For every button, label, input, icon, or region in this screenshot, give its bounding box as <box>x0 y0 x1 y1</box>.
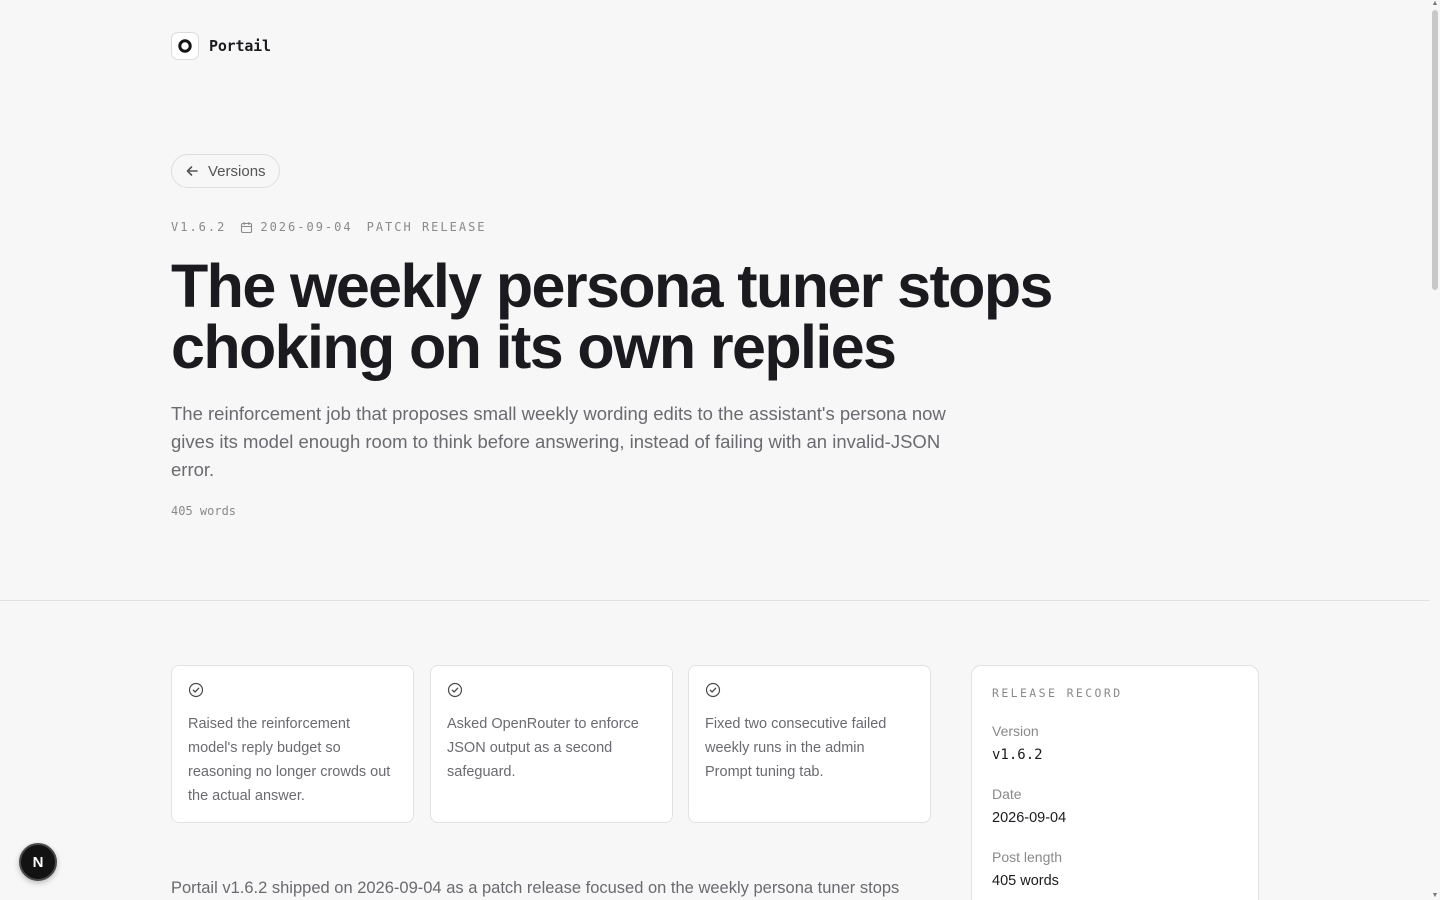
page-scrollbar[interactable]: ▲ ▼ <box>1430 0 1440 900</box>
highlight-text: Raised the reinforcement model's reply b… <box>188 716 391 804</box>
floating-n-badge-button[interactable]: N <box>19 843 57 881</box>
page-title: The weekly persona tuner stops choking o… <box>171 252 1053 381</box>
release-record-panel: RELEASE RECORD Version v1.6.2 Date 2026-… <box>971 665 1259 900</box>
meta-release-type: PATCH RELEASE <box>366 220 487 234</box>
word-count: 405 words <box>171 504 237 518</box>
record-date-value: 2026-09-04 <box>992 810 1067 826</box>
back-label: Versions <box>208 162 266 180</box>
meta-date: 2026-09-04 <box>260 220 353 234</box>
page: Portail Versions V1.6.2 2026-09-04 PATCH… <box>0 0 1440 900</box>
record-date-label: Date <box>992 786 1022 802</box>
scrollbar-thumb[interactable] <box>1432 10 1438 290</box>
calendar-icon <box>240 221 253 234</box>
highlight-text: Fixed two consecutive failed weekly runs… <box>705 716 887 780</box>
record-version-value: v1.6.2 <box>992 747 1043 763</box>
back-to-versions-button[interactable]: Versions <box>171 154 280 188</box>
record-length-value: 405 words <box>992 873 1059 889</box>
meta-version: V1.6.2 <box>171 220 227 234</box>
brand-name: Portail <box>209 37 271 55</box>
scroll-up-arrow-icon[interactable]: ▲ <box>1431 0 1439 8</box>
brand-link[interactable]: Portail <box>171 32 271 60</box>
check-circle-icon <box>447 682 463 698</box>
scroll-down-arrow-icon[interactable]: ▼ <box>1431 892 1439 900</box>
n-badge-label: N <box>32 853 44 871</box>
release-meta: V1.6.2 2026-09-04 PATCH RELEASE <box>171 220 487 234</box>
highlight-card: Raised the reinforcement model's reply b… <box>171 665 414 823</box>
release-record-heading: RELEASE RECORD <box>992 686 1123 700</box>
ring-logo-icon <box>171 32 199 60</box>
lede: The reinforcement job that proposes smal… <box>171 403 946 480</box>
highlight-card: Fixed two consecutive failed weekly runs… <box>688 665 931 823</box>
body-intro: Portail v1.6.2 shipped on 2026-09-04 as … <box>171 879 900 897</box>
highlight-card: Asked OpenRouter to enforce JSON output … <box>430 665 673 823</box>
record-version-label: Version <box>992 723 1039 739</box>
arrow-left-icon <box>185 164 199 178</box>
check-circle-icon <box>188 682 204 698</box>
record-length-label: Post length <box>992 849 1063 865</box>
section-divider <box>0 600 1430 601</box>
highlight-text: Asked OpenRouter to enforce JSON output … <box>447 716 639 780</box>
check-circle-icon <box>705 682 721 698</box>
